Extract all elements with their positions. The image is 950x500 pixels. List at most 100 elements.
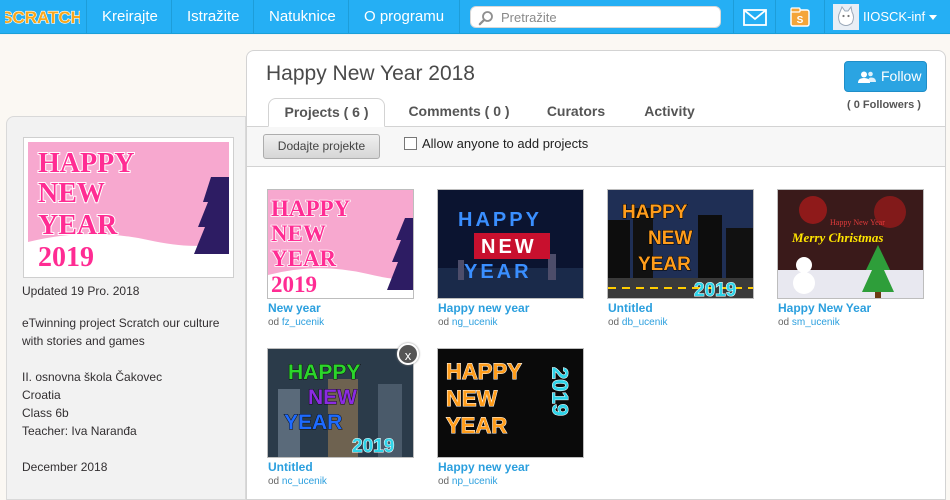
nav-about[interactable]: O programu xyxy=(348,0,459,34)
remove-project-button[interactable]: x xyxy=(397,343,419,365)
svg-text:2019: 2019 xyxy=(548,367,573,416)
project-title[interactable]: Happy New Year xyxy=(778,301,871,315)
scratch-logo[interactable]: SCRATCH xyxy=(5,3,80,30)
envelope-icon xyxy=(743,9,767,26)
project-author: od sm_ucenik xyxy=(778,317,840,328)
project-title[interactable]: New year xyxy=(268,301,321,315)
svg-text:S: S xyxy=(797,15,804,26)
project-author: od db_ucenik xyxy=(608,317,668,328)
messages-button[interactable] xyxy=(733,0,775,34)
cat-avatar-icon xyxy=(833,4,859,30)
nav-divider xyxy=(459,0,460,34)
studio-info-panel: HAPPY NEW YEAR 2019 Updated 19 Pro. 2018… xyxy=(6,116,246,500)
author-link[interactable]: nc_ucenik xyxy=(282,476,327,487)
project-date: December 2018 xyxy=(22,460,108,474)
author-link[interactable]: fz_ucenik xyxy=(282,317,324,328)
followers-count: ( 0 Followers ) xyxy=(847,99,921,111)
project-thumbnail[interactable]: HAPPY NEW YEAR 2019 xyxy=(267,348,414,458)
search-input[interactable] xyxy=(501,7,711,27)
svg-text:2019: 2019 xyxy=(38,242,94,273)
project-author: od ng_ucenik xyxy=(438,317,498,328)
author-prefix: od xyxy=(438,317,450,328)
project-title[interactable]: Happy new year xyxy=(438,301,529,315)
svg-text:YEAR: YEAR xyxy=(638,254,691,275)
svg-text:SCRATCH: SCRATCH xyxy=(5,8,80,27)
studio-thumbnail-image: HAPPY NEW YEAR 2019 xyxy=(28,142,229,274)
my-stuff-icon: S xyxy=(790,7,810,27)
top-nav-bar: SCRATCH Kreirajte Istražite Natuknice O … xyxy=(0,0,950,34)
follow-button[interactable]: Follow xyxy=(844,61,927,92)
author-prefix: od xyxy=(608,317,620,328)
nav-explore[interactable]: Istražite xyxy=(171,0,255,34)
svg-text:NEW: NEW xyxy=(271,221,326,246)
country: Croatia xyxy=(22,388,61,402)
tab-activity[interactable]: Activity xyxy=(632,98,707,127)
allow-anyone-label: Allow anyone to add projects xyxy=(422,136,589,151)
svg-text:Merry Christmas: Merry Christmas xyxy=(791,230,883,245)
svg-text:HAPPY: HAPPY xyxy=(458,209,542,231)
svg-text:NEW: NEW xyxy=(38,178,105,209)
project-thumbnail[interactable]: HAPPY NEW YEAR 2019 xyxy=(437,348,584,458)
avatar xyxy=(833,4,859,30)
svg-text:2019: 2019 xyxy=(352,436,394,457)
teacher-name: Teacher: Iva Naranđa xyxy=(22,424,137,438)
search-icon xyxy=(478,11,493,26)
search-box[interactable] xyxy=(470,6,721,28)
project-title[interactable]: Untitled xyxy=(268,460,313,474)
svg-text:HAPPY: HAPPY xyxy=(288,361,360,384)
description-line-2: with stories and games xyxy=(22,334,145,348)
project-thumbnail[interactable]: HAPPY NEW YEAR 2019 xyxy=(607,189,754,299)
author-link[interactable]: np_ucenik xyxy=(452,476,498,487)
user-add-icon xyxy=(858,71,876,83)
svg-text:YEAR: YEAR xyxy=(284,411,342,434)
studio-main-panel: Happy New Year 2018 Follow ( 0 Followers… xyxy=(246,50,946,500)
svg-text:HAPPY: HAPPY xyxy=(38,148,134,179)
updated-date: Updated 19 Pro. 2018 xyxy=(22,284,140,298)
svg-text:HAPPY: HAPPY xyxy=(271,196,351,221)
my-stuff-button[interactable]: S xyxy=(775,0,824,34)
tab-comments[interactable]: Comments ( 0 ) xyxy=(397,98,521,127)
project-title[interactable]: Untitled xyxy=(608,301,653,315)
svg-text:NEW: NEW xyxy=(308,386,357,409)
author-prefix: od xyxy=(778,317,790,328)
tab-projects[interactable]: Projects ( 6 ) xyxy=(268,98,385,127)
projects-toolbar: Dodajte projekte Allow anyone to add pro… xyxy=(247,127,945,167)
author-prefix: od xyxy=(268,317,280,328)
author-link[interactable]: db_ucenik xyxy=(622,317,668,328)
author-link[interactable]: sm_ucenik xyxy=(792,317,840,328)
svg-text:YEAR: YEAR xyxy=(464,261,532,283)
class-name: Class 6b xyxy=(22,406,69,420)
school-name: II. osnovna škola Čakovec xyxy=(22,370,163,384)
nav-create[interactable]: Kreirajte xyxy=(86,0,173,34)
author-prefix: od xyxy=(268,476,280,487)
follow-button-label: Follow xyxy=(881,68,922,84)
svg-text:NEW: NEW xyxy=(446,386,498,411)
tab-curators[interactable]: Curators xyxy=(532,98,620,127)
project-author: od np_ucenik xyxy=(438,476,498,487)
studio-thumbnail: HAPPY NEW YEAR 2019 xyxy=(23,137,234,278)
project-thumbnail[interactable]: Happy New Year Merry Christmas xyxy=(777,189,924,299)
project-author: od nc_ucenik xyxy=(268,476,327,487)
author-prefix: od xyxy=(438,476,450,487)
username: IIOSCK-inf xyxy=(863,9,926,24)
svg-text:NEW: NEW xyxy=(648,228,692,249)
svg-text:YEAR: YEAR xyxy=(271,246,337,271)
chevron-down-icon xyxy=(929,15,937,20)
svg-text:Happy New Year: Happy New Year xyxy=(830,218,885,227)
project-author: od fz_ucenik xyxy=(268,317,324,328)
project-thumbnail[interactable]: HAPPY NEW YEAR xyxy=(437,189,584,299)
svg-text:2019: 2019 xyxy=(694,280,736,299)
svg-text:2019: 2019 xyxy=(271,272,317,297)
svg-text:YEAR: YEAR xyxy=(38,210,118,241)
svg-text:NEW: NEW xyxy=(481,236,537,258)
nav-tips[interactable]: Natuknice xyxy=(253,0,351,34)
project-thumbnail[interactable]: HAPPY NEW YEAR 2019 xyxy=(267,189,414,299)
project-title[interactable]: Happy new year xyxy=(438,460,529,474)
description-line-1: eTwinning project Scratch our culture xyxy=(22,316,220,330)
user-menu[interactable]: IIOSCK-inf xyxy=(824,0,950,34)
svg-text:YEAR: YEAR xyxy=(446,413,507,438)
add-projects-button[interactable]: Dodajte projekte xyxy=(263,134,380,159)
page-title: Happy New Year 2018 xyxy=(266,62,475,85)
author-link[interactable]: ng_ucenik xyxy=(452,317,498,328)
allow-anyone-checkbox[interactable] xyxy=(404,137,417,150)
